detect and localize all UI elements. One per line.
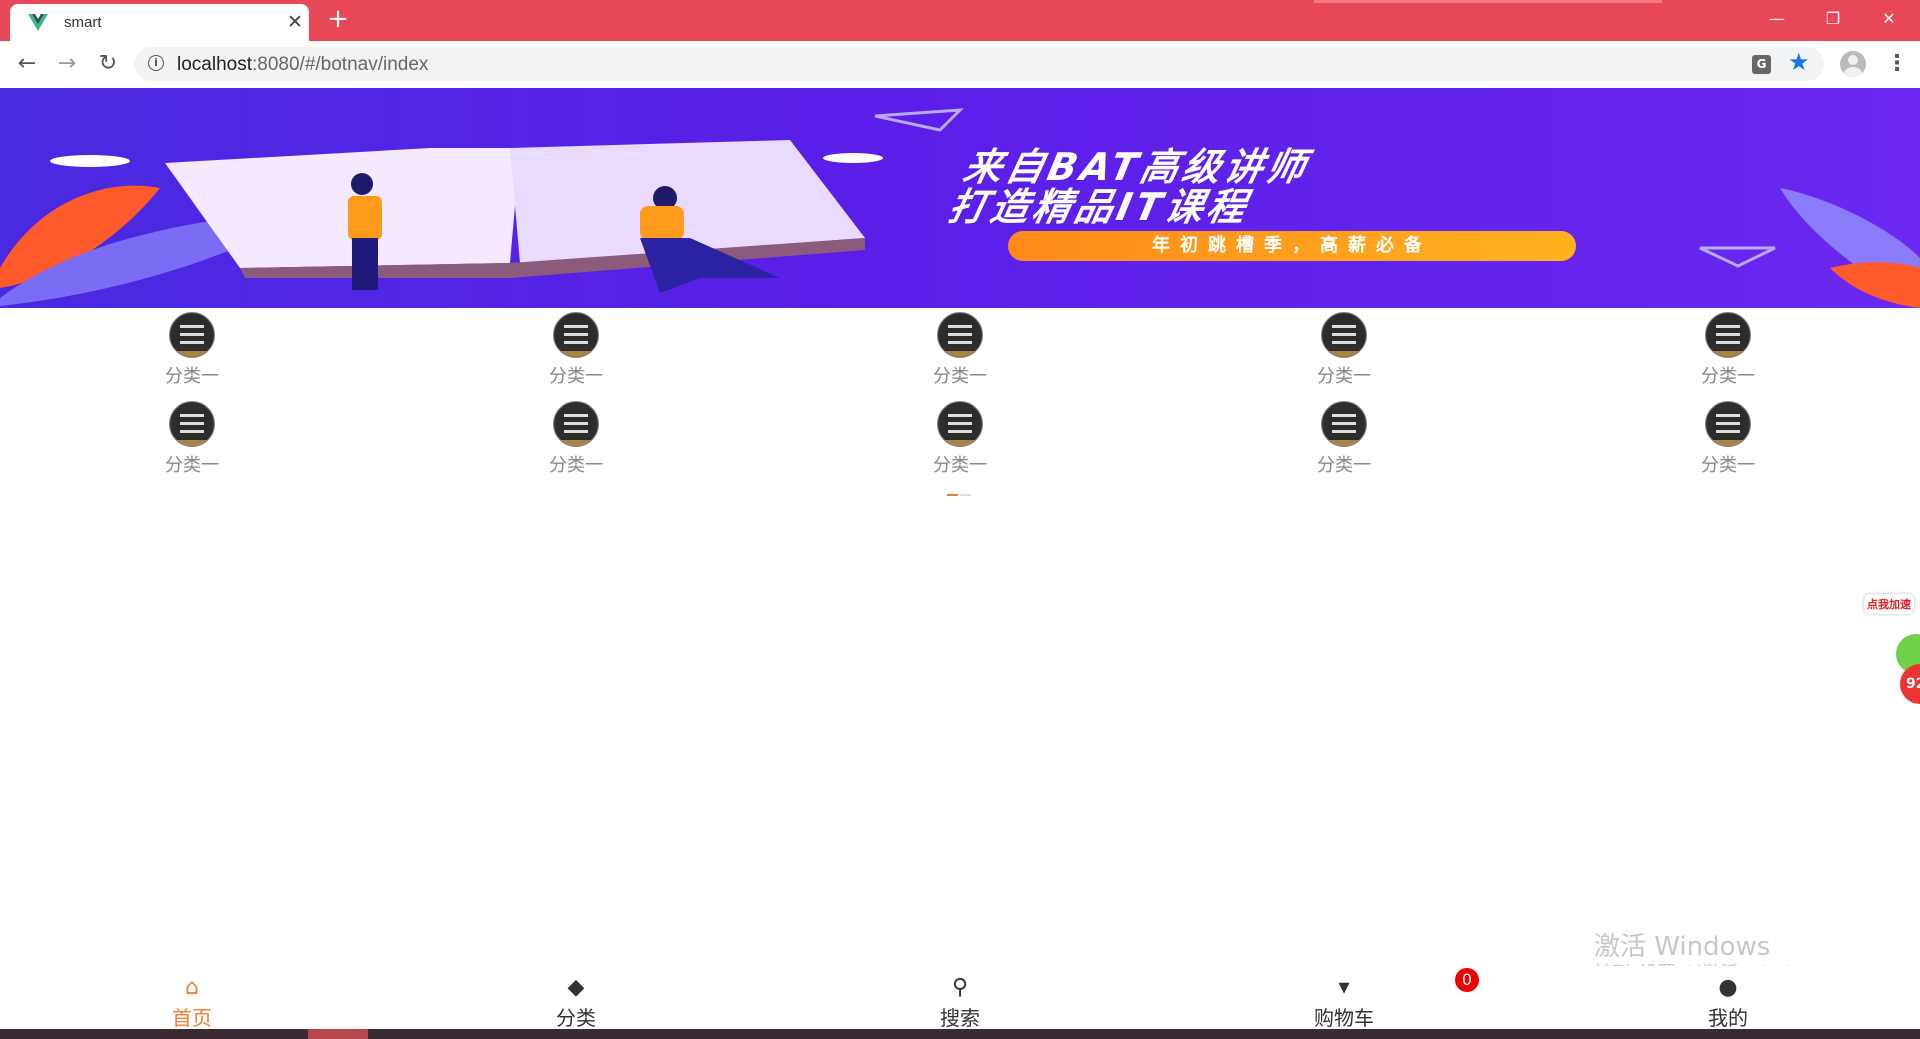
category-label: 分类一 [1701,366,1755,387]
category-label: 分类一 [1701,455,1755,476]
category-label: 分类一 [165,455,219,476]
category-pagination[interactable] [947,481,973,500]
url-text[interactable]: localhost:8080/#/botnav/index [177,54,428,76]
category-label: 分类一 [549,366,603,387]
tab-search[interactable]: ⚲ 搜索 [895,976,1025,1031]
profile-avatar-icon[interactable] [1840,51,1866,77]
category-thumbnail-icon [169,312,215,358]
home-icon: ⌂ [185,975,199,1000]
tab-home[interactable]: ⌂ 首页 [127,976,257,1031]
category-item[interactable]: 分类一 [890,312,1030,388]
minimize-button[interactable]: — [1754,4,1800,34]
tab-profile[interactable]: ● 我的 [1663,976,1793,1031]
tab-label: 我的 [1708,1006,1748,1030]
browser-toolbar: ← → ↻ i localhost:8080/#/botnav/index G … [0,41,1920,89]
site-info-icon[interactable]: i [148,55,164,71]
bottom-tabbar: ⌂ 首页 ◆ 分类 ⚲ 搜索 ▾ 购物车 ● 我的 [0,966,1920,1031]
activation-watermark-title: 激活 Windows [1594,932,1771,962]
category-thumbnail-icon [553,312,599,358]
category-thumbnail-icon [1321,312,1367,358]
user-icon: ● [1718,975,1738,1000]
category-item[interactable]: 分类一 [1274,401,1414,477]
taskbar-active-app[interactable] [308,1029,368,1039]
category-thumbnail-icon [937,401,983,447]
category-item[interactable]: 分类一 [1658,401,1798,477]
banner-tagline: 年初跳槽季，高薪必备 [1008,231,1576,261]
category-thumbnail-icon [553,401,599,447]
category-thumbnail-icon [1705,312,1751,358]
promo-banner[interactable]: 来自BAT高级讲师 打造精品IT课程 年初跳槽季，高薪必备 [0,88,1920,308]
browser-menu-icon[interactable]: ⋮ [1886,49,1908,79]
cart-icon: ▾ [1338,975,1350,1000]
tab-label: 首页 [172,1006,212,1030]
category-item[interactable]: 分类一 [506,401,646,477]
category-item[interactable]: 分类一 [122,401,262,477]
category-label: 分类一 [933,366,987,387]
tab-cart[interactable]: ▾ 购物车 [1279,976,1409,1031]
browser-titlebar: smart ✕ + — ❐ ✕ [0,0,1920,41]
speed-up-widget[interactable]: 点我加速 92 [1862,594,1920,714]
tab-category[interactable]: ◆ 分类 [511,976,641,1031]
category-label: 分类一 [1317,366,1371,387]
category-thumbnail-icon [937,312,983,358]
category-item[interactable]: 分类一 [1658,312,1798,388]
category-label: 分类一 [549,455,603,476]
close-tab-icon[interactable]: ✕ [287,11,303,33]
tab-title: smart [64,14,102,31]
close-window-button[interactable]: ✕ [1866,4,1912,34]
category-label: 分类一 [165,366,219,387]
translate-icon[interactable]: G [1752,55,1771,74]
tag-icon: ◆ [567,975,585,1000]
category-thumbnail-icon [169,401,215,447]
category-item[interactable]: 分类一 [122,312,262,388]
category-label: 分类一 [933,455,987,476]
category-item[interactable]: 分类一 [1274,312,1414,388]
restore-button[interactable]: ❐ [1810,4,1856,34]
forward-button[interactable]: → [53,51,81,79]
vue-logo-icon [28,14,48,31]
speed-up-bubble: 点我加速 [1864,594,1914,614]
category-thumbnail-icon [1321,401,1367,447]
cart-badge: 0 [1455,968,1479,992]
new-tab-button[interactable]: + [325,6,351,32]
titlebar-highlight [1314,0,1662,3]
category-item[interactable]: 分类一 [506,312,646,388]
category-thumbnail-icon [1705,401,1751,447]
banner-headline-2: 打造精品IT课程 [944,185,1254,229]
tab-label: 购物车 [1314,1006,1374,1030]
tab-label: 分类 [556,1006,596,1030]
browser-tab[interactable]: smart ✕ [10,4,309,41]
category-label: 分类一 [1317,455,1371,476]
bookmark-star-icon[interactable]: ★ [1788,48,1810,76]
category-item[interactable]: 分类一 [890,401,1030,477]
tab-label: 搜索 [940,1006,980,1030]
address-bar[interactable]: i localhost:8080/#/botnav/index G ★ [134,47,1824,81]
banner-pagination[interactable] [938,301,977,308]
os-taskbar [0,1029,1920,1039]
back-button[interactable]: ← [13,51,41,79]
reload-button[interactable]: ↻ [94,51,122,79]
search-icon: ⚲ [951,975,969,1000]
